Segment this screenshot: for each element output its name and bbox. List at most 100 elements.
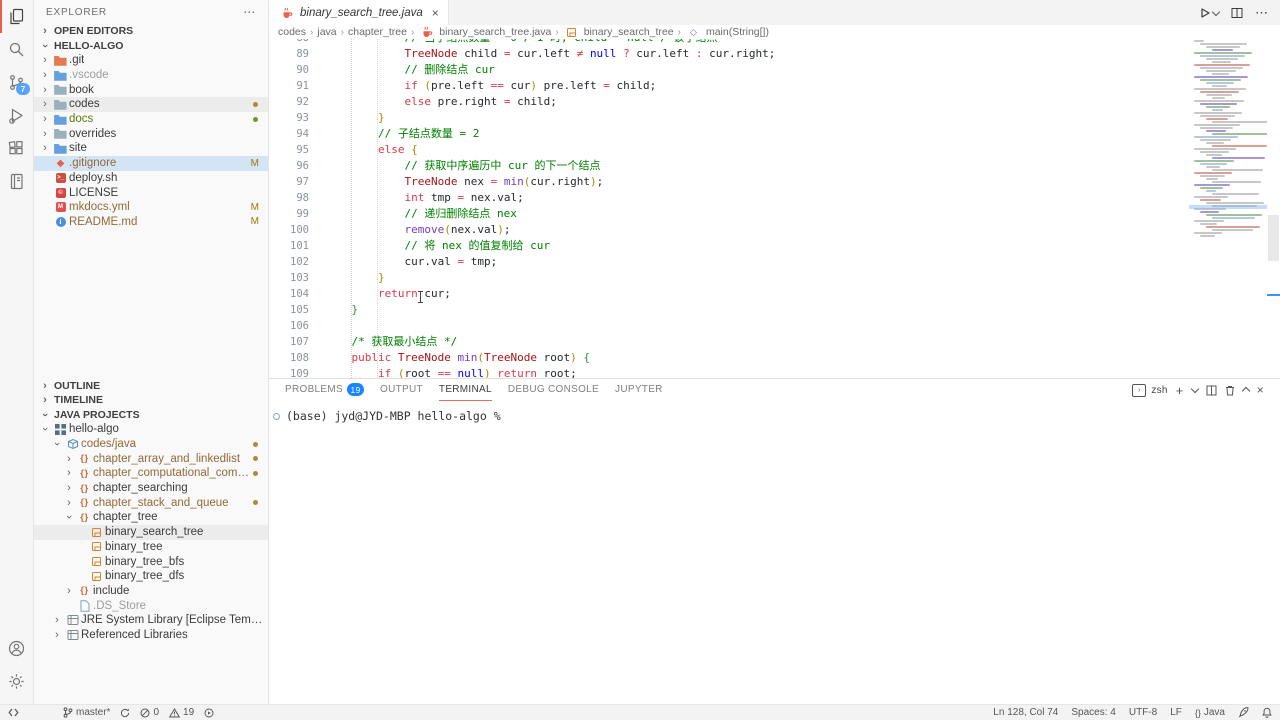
tree-item[interactable]: ›{}chapter_computational_complexity — [34, 466, 268, 481]
status-warnings[interactable]: 19 — [169, 707, 194, 718]
status-eol[interactable]: LF — [1170, 707, 1182, 718]
tree-item-label: binary_tree — [105, 541, 163, 553]
panel-tab-output[interactable]: OUTPUT — [380, 379, 423, 401]
split-editor-button[interactable] — [1231, 7, 1243, 19]
tree-item[interactable]: ›binary_tree_bfs — [34, 554, 268, 569]
split-terminal-button[interactable] — [1206, 385, 1217, 396]
tree-item[interactable]: ›{}chapter_searching — [34, 481, 268, 496]
run-dropdown-icon[interactable] — [1212, 7, 1220, 15]
tree-item[interactable]: ›>_deploy.sh — [34, 171, 268, 186]
tree-item[interactable]: ›.vscode — [34, 68, 268, 83]
workspace-root-section[interactable]: › HELLO-ALGO — [34, 38, 268, 53]
tree-item[interactable]: ›hello-algo — [34, 422, 268, 437]
tree-item[interactable]: ›{}chapter_stack_and_queue — [34, 495, 268, 510]
status-label: LF — [1170, 707, 1182, 718]
panel-tab-problems[interactable]: PROBLEMS19 — [285, 379, 364, 401]
tree-item[interactable]: ›binary_tree — [34, 540, 268, 555]
code-text: if (root == null) return root; — [309, 366, 577, 378]
tree-item[interactable]: ›◆.gitignoreM — [34, 156, 268, 171]
breadcrumb-item[interactable]: codes — [278, 26, 306, 38]
tree-item-label: .DS_Store — [93, 600, 146, 612]
tree-item[interactable]: ›book — [34, 82, 268, 97]
terminal-dropdown-icon[interactable] — [1190, 385, 1198, 393]
breadcrumb-item[interactable]: chapter_tree — [348, 26, 407, 38]
new-terminal-button[interactable]: + — [1176, 383, 1184, 398]
java-projects-label: JAVA PROJECTS — [54, 409, 140, 421]
braces-text-icon: {} — [1195, 708, 1201, 718]
status-encoding[interactable]: UTF-8 — [1129, 707, 1157, 718]
activity-extensions-icon[interactable] — [0, 132, 33, 165]
kill-terminal-icon[interactable] — [1225, 385, 1235, 396]
breadcrumb-item[interactable]: binary_search_tree — [584, 26, 674, 38]
activity-source-control-icon[interactable]: 7 — [0, 66, 33, 99]
breadcrumb-item[interactable]: java — [317, 26, 336, 38]
status-git-branch[interactable]: master* — [63, 707, 110, 718]
tree-item[interactable]: ›site — [34, 141, 268, 156]
panel-tab-jupyter[interactable]: JUPYTER — [615, 379, 663, 401]
editor-scrollbar[interactable] — [1267, 39, 1280, 378]
close-panel-icon[interactable]: × — [1257, 383, 1264, 397]
status-label: master* — [76, 707, 110, 718]
status-notifications[interactable] — [1262, 707, 1272, 718]
tree-item[interactable]: ›{}include — [34, 584, 268, 599]
tab-binary-search-tree[interactable]: binary_search_tree.java × — [269, 0, 449, 25]
tree-item[interactable]: ›docs — [34, 112, 268, 127]
tree-item[interactable]: ›codes/java — [34, 437, 268, 452]
tree-item[interactable]: ›Referenced Libraries — [34, 628, 268, 643]
panel-tab-debug-console[interactable]: DEBUG CONSOLE — [508, 379, 599, 401]
code-line: 99 // 递归删除结点 nex — [269, 206, 1189, 222]
activity-files-icon[interactable] — [0, 0, 33, 33]
minimap[interactable] — [1189, 39, 1267, 378]
more-actions-button[interactable]: ⋯ — [1255, 5, 1268, 21]
chevron-right-icon: › — [38, 26, 52, 36]
panel-tab-terminal[interactable]: TERMINAL — [439, 379, 492, 401]
tree-item[interactable]: ›{}chapter_tree — [34, 510, 268, 525]
breadcrumb-item[interactable]: main(String[]) — [706, 26, 769, 38]
status-git-sync[interactable] — [120, 708, 130, 718]
terminal-view[interactable]: (base) jyd@JYD-MBP hello-algo % — [269, 401, 1280, 704]
maximize-panel-icon[interactable] — [1241, 387, 1249, 395]
close-tab-icon[interactable]: × — [432, 6, 439, 20]
project-icon — [52, 424, 69, 435]
status-cursor-position[interactable]: Ln 128, Col 74 — [993, 707, 1058, 718]
chevron-down-icon: › — [64, 510, 74, 524]
java-projects-section[interactable]: › JAVA PROJECTS — [34, 407, 268, 422]
tree-item[interactable]: ›©LICENSE — [34, 185, 268, 200]
status-tasks[interactable] — [204, 708, 214, 718]
activity-run-debug-icon[interactable] — [0, 99, 33, 132]
tree-item[interactable]: ›JRE System Library [Eclipse Temurin 17 … — [34, 613, 268, 628]
tree-item[interactable]: ›iREADME.mdM — [34, 215, 268, 230]
scrollbar-thumb[interactable] — [1268, 215, 1279, 261]
line-number: 107 — [269, 334, 309, 350]
breadcrumb-item[interactable]: binary_search_tree.java — [439, 26, 551, 38]
tree-item[interactable]: ›{}chapter_array_and_linkedlist — [34, 451, 268, 466]
tree-item[interactable]: ›.git — [34, 53, 268, 68]
panel-controls: › zsh + × — [1132, 379, 1264, 401]
timeline-section[interactable]: › TIMELINE — [34, 393, 268, 407]
activity-settings-icon[interactable] — [0, 665, 33, 698]
open-editors-section[interactable]: › OPEN EDITORS — [34, 24, 268, 38]
activity-notebook-icon[interactable] — [0, 165, 33, 198]
outline-section[interactable]: › OUTLINE — [34, 379, 268, 393]
tree-item[interactable]: ›Mmkdocs.ymlM — [34, 200, 268, 215]
tree-item[interactable]: ›binary_tree_dfs — [34, 569, 268, 584]
explorer-more-actions-icon[interactable]: ⋯ — [243, 5, 256, 19]
tree-item[interactable]: ›overrides — [34, 126, 268, 141]
tree-item[interactable]: ›codes — [34, 97, 268, 112]
tree-item[interactable]: ›.DS_Store — [34, 598, 268, 613]
status-java-status[interactable] — [1238, 707, 1249, 718]
activity-account-icon[interactable] — [0, 632, 33, 665]
code-line: 103 } — [269, 270, 1189, 286]
terminal-launch-icon[interactable]: › — [1132, 384, 1146, 397]
code-editor[interactable]: 88 // 当子结点数量 = 0 / 1 时, child = null / 该… — [269, 39, 1189, 378]
status-errors[interactable]: 0 — [140, 707, 159, 718]
activity-search-icon[interactable] — [0, 33, 33, 66]
status-indentation[interactable]: Spaces: 4 — [1071, 707, 1115, 718]
status-language-mode[interactable]: {}Java — [1195, 707, 1225, 718]
tree-item[interactable]: ›binary_search_tree — [34, 525, 268, 540]
breadcrumb-separator-icon: › — [310, 27, 313, 38]
package-icon — [64, 438, 81, 450]
run-button[interactable] — [1199, 7, 1219, 19]
status-remote-indicator[interactable] — [8, 707, 19, 718]
code-text: // 当子结点数量 = 0 / 1 时, child = null / 该子结点 — [309, 39, 718, 46]
